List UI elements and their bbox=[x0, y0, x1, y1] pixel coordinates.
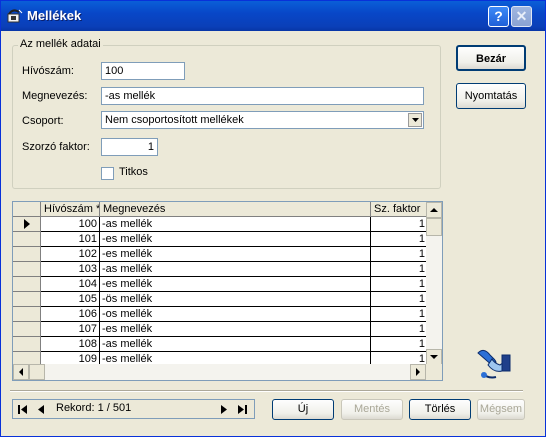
title-bar[interactable]: Mellékek ? ✕ bbox=[1, 1, 545, 31]
save-button[interactable]: Mentés bbox=[341, 399, 403, 420]
cell-faktor[interactable]: 1 bbox=[371, 277, 428, 292]
cell-hivoszam[interactable]: 108 bbox=[41, 337, 100, 352]
row-indicator[interactable] bbox=[13, 322, 41, 337]
cell-hivoszam[interactable]: 100 bbox=[41, 217, 100, 232]
record-counter: Rekord: 1 / 501 bbox=[56, 402, 132, 414]
titkos-checkbox[interactable] bbox=[101, 167, 114, 180]
vertical-scrollbar[interactable] bbox=[426, 202, 442, 365]
megnevezes-input[interactable]: -as mellék bbox=[101, 87, 424, 105]
cell-megnevezes[interactable]: -as mellék bbox=[100, 337, 371, 352]
cell-faktor[interactable]: 1 bbox=[371, 307, 428, 322]
cell-hivoszam[interactable]: 104 bbox=[41, 277, 100, 292]
table-row[interactable]: 103 -as mellék 1 bbox=[13, 262, 428, 277]
current-row-icon bbox=[24, 219, 30, 229]
hivoszam-input[interactable]: 100 bbox=[101, 62, 185, 80]
cancel-button[interactable]: Mégsem bbox=[477, 399, 525, 420]
scroll-corner bbox=[426, 364, 442, 380]
cell-megnevezes[interactable]: -as mellék bbox=[100, 217, 371, 232]
row-indicator[interactable] bbox=[13, 292, 41, 307]
column-header-hivoszam[interactable]: Hívószám * bbox=[41, 202, 100, 217]
cell-megnevezes[interactable]: -os mellék bbox=[100, 307, 371, 322]
row-indicator[interactable] bbox=[13, 307, 41, 322]
row-indicator[interactable] bbox=[13, 337, 41, 352]
previous-record-icon[interactable] bbox=[33, 401, 49, 417]
table-row[interactable]: 106 -os mellék 1 bbox=[13, 307, 428, 322]
csoport-select[interactable]: Nem csoportosított mellékek bbox=[101, 111, 424, 129]
scroll-up-button[interactable] bbox=[426, 202, 442, 218]
close-icon[interactable]: ✕ bbox=[511, 6, 532, 27]
table-row[interactable]: 101 -es mellék 1 bbox=[13, 232, 428, 247]
hivoszam-label: Hívószám: bbox=[22, 65, 74, 77]
cell-megnevezes[interactable]: -es mellék bbox=[100, 232, 371, 247]
cell-hivoszam[interactable]: 107 bbox=[41, 322, 100, 337]
window-title: Mellékek bbox=[27, 8, 82, 23]
table-row[interactable]: 107 -es mellék 1 bbox=[13, 322, 428, 337]
row-indicator[interactable] bbox=[13, 262, 41, 277]
row-indicator[interactable] bbox=[13, 277, 41, 292]
csoport-value: Nem csoportosított mellékek bbox=[105, 114, 244, 126]
records-grid[interactable]: Hívószám * Megnevezés Sz. faktor 100 -as … bbox=[12, 201, 443, 381]
szorzo-label: Szorzó faktor: bbox=[22, 141, 90, 153]
csoport-label: Csoport: bbox=[22, 115, 64, 127]
table-row[interactable]: 100 -as mellék 1 bbox=[13, 217, 428, 232]
row-indicator[interactable] bbox=[13, 217, 41, 232]
cell-hivoszam[interactable]: 103 bbox=[41, 262, 100, 277]
cell-faktor[interactable]: 1 bbox=[371, 322, 428, 337]
chevron-down-icon[interactable] bbox=[408, 113, 422, 127]
cell-hivoszam[interactable]: 101 bbox=[41, 232, 100, 247]
group-title: Az mellék adatai bbox=[18, 38, 103, 50]
titkos-label: Titkos bbox=[119, 166, 148, 178]
last-record-icon[interactable] bbox=[234, 401, 250, 417]
help-icon[interactable]: ? bbox=[488, 6, 509, 27]
cell-hivoszam[interactable]: 102 bbox=[41, 247, 100, 262]
column-header-faktor[interactable]: Sz. faktor bbox=[371, 202, 428, 217]
phone-handset-icon bbox=[477, 349, 511, 379]
table-row[interactable]: 108 -as mellék 1 bbox=[13, 337, 428, 352]
scroll-thumb[interactable] bbox=[426, 218, 442, 236]
table-row[interactable]: 102 -es mellék 1 bbox=[13, 247, 428, 262]
table-row[interactable]: 104 -es mellék 1 bbox=[13, 277, 428, 292]
close-button[interactable]: Bezár bbox=[456, 45, 526, 71]
table-row[interactable]: 105 -ös mellék 1 bbox=[13, 292, 428, 307]
first-record-icon[interactable] bbox=[15, 401, 31, 417]
horizontal-scrollbar[interactable] bbox=[13, 364, 426, 380]
cell-faktor[interactable]: 1 bbox=[371, 337, 428, 352]
delete-button[interactable]: Törlés bbox=[409, 399, 471, 420]
cell-hivoszam[interactable]: 105 bbox=[41, 292, 100, 307]
next-record-icon[interactable] bbox=[216, 401, 232, 417]
hscroll-thumb[interactable] bbox=[29, 364, 45, 380]
cell-faktor[interactable]: 1 bbox=[371, 217, 428, 232]
megnevezes-label: Megnevezés: bbox=[22, 90, 88, 102]
cell-faktor[interactable]: 1 bbox=[371, 292, 428, 307]
new-button[interactable]: Új bbox=[272, 399, 334, 420]
cell-faktor[interactable]: 1 bbox=[371, 232, 428, 247]
row-indicator[interactable] bbox=[13, 232, 41, 247]
cell-megnevezes[interactable]: -es mellék bbox=[100, 277, 371, 292]
print-button[interactable]: Nyomtatás bbox=[456, 83, 526, 109]
row-indicator[interactable] bbox=[13, 247, 41, 262]
scroll-right-button[interactable] bbox=[410, 364, 426, 380]
cell-megnevezes[interactable]: -as mellék bbox=[100, 262, 371, 277]
cell-faktor[interactable]: 1 bbox=[371, 262, 428, 277]
scroll-down-button[interactable] bbox=[426, 349, 442, 365]
phone-icon bbox=[7, 9, 23, 23]
cell-faktor[interactable]: 1 bbox=[371, 247, 428, 262]
grid-corner-header bbox=[13, 202, 41, 217]
record-navigator: Rekord: 1 / 501 bbox=[12, 399, 255, 419]
cell-hivoszam[interactable]: 106 bbox=[41, 307, 100, 322]
scroll-left-button[interactable] bbox=[13, 364, 29, 380]
dialog-window: Mellékek ? ✕ Az mellék adatai Hívószám: … bbox=[0, 0, 546, 437]
szorzo-input[interactable]: 1 bbox=[101, 138, 158, 156]
cell-megnevezes[interactable]: -es mellék bbox=[100, 247, 371, 262]
bottom-separator bbox=[10, 390, 523, 392]
cell-megnevezes[interactable]: -es mellék bbox=[100, 322, 371, 337]
column-header-megnevezes[interactable]: Megnevezés bbox=[100, 202, 371, 217]
cell-megnevezes[interactable]: -ös mellék bbox=[100, 292, 371, 307]
